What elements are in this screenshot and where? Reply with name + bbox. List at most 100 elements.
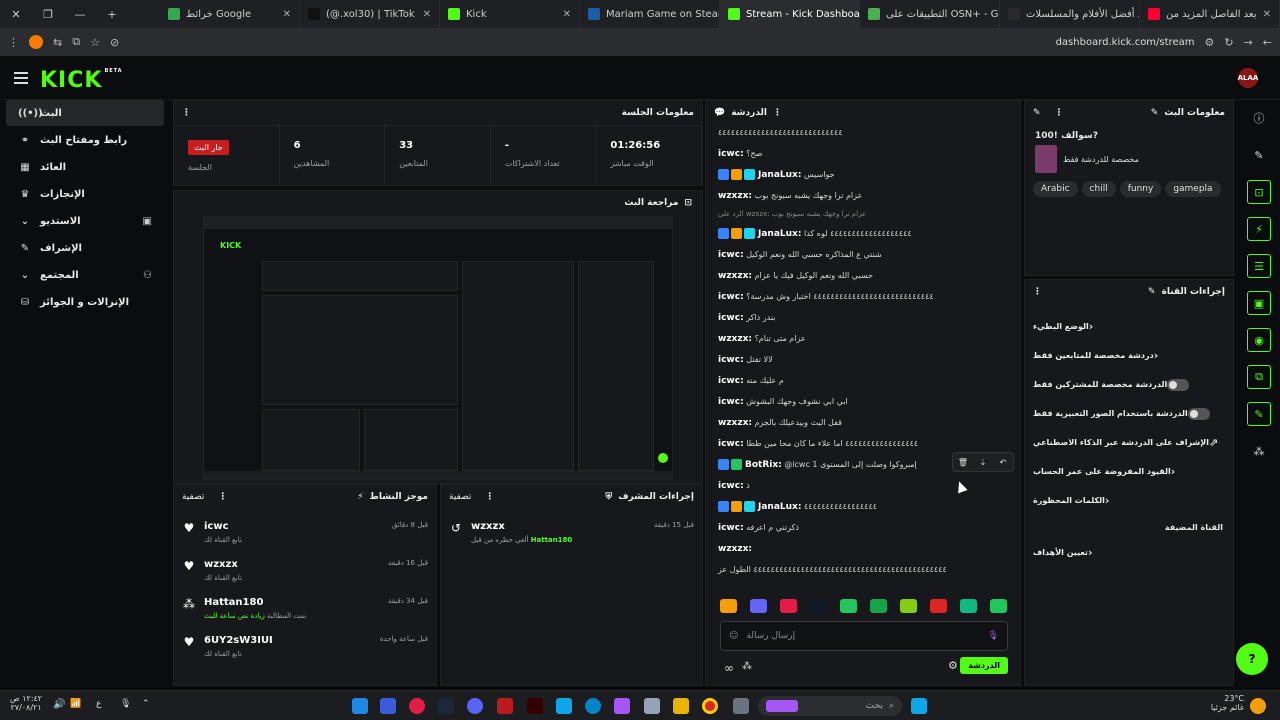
chat-message[interactable]: wzxzx: حسبي الله ونعم الوكيل فيك يا عزام — [706, 266, 1022, 287]
emoji-icon[interactable]: ☺ — [729, 631, 738, 641]
chat-message[interactable]: icwc: ٤٤٤٤٤٤٤٤٤٤٤٤٤٤٤٤٤٤٤٤٤٤٤٤٤٤٤٤ اختبا… — [706, 287, 1022, 308]
activity-item[interactable]: ⁂ Hattan180 تمت المطالبة زيادة نص ساعة للب… — [174, 591, 436, 629]
reply-icon[interactable]: ↶ — [995, 455, 1011, 469]
pdf-icon[interactable] — [497, 698, 513, 714]
speaker-icon[interactable]: 🔊 — [53, 699, 65, 710]
chat-username[interactable]: wzxzx: — [718, 191, 752, 201]
chat-username[interactable]: wzxzx: — [718, 334, 752, 344]
chat-message[interactable]: wzxzx: عزام متى تنام؟ — [706, 329, 1022, 350]
chat-message[interactable]: الرد على wzxzx: عزام ترا وجهك يشبه سبونج… — [706, 207, 1022, 224]
chat-username[interactable]: wzxzx: — [718, 418, 752, 428]
channel-action-row[interactable]: ⇗ الإشراف على الدردشة عبر الذكاء الاصطناع… — [1025, 428, 1233, 457]
language-indicator[interactable]: ع — [96, 699, 101, 709]
hamburger-menu-icon[interactable] — [14, 72, 28, 87]
chat-username[interactable]: icwc: — [718, 313, 744, 323]
points-rail-icon[interactable]: ⁂ — [1247, 439, 1271, 463]
emote-icon[interactable] — [750, 599, 767, 613]
sidebar-item[interactable]: ⛁ الإنزالات و الجوائز — [6, 289, 164, 315]
tab-close-icon[interactable]: ✕ — [563, 9, 571, 20]
chat-message[interactable]: icwc: م عليك منه — [706, 371, 1022, 392]
channel-action-row[interactable]: › الوضع البطيء — [1025, 312, 1233, 341]
bookmark-icon[interactable]: ☆ — [90, 36, 100, 49]
emote-icon[interactable] — [840, 599, 857, 613]
windows-start-icon[interactable] — [911, 698, 927, 714]
sidebar-item[interactable]: ⌄ الاستديو ▣ — [6, 208, 164, 234]
sidebar-item[interactable]: ✎ الإشراف — [6, 235, 164, 261]
chat-username[interactable]: icwc: — [718, 355, 744, 365]
wifi-icon[interactable]: 📶 — [70, 699, 81, 709]
chat-message[interactable]: icwc: لالا تفتل — [706, 350, 1022, 371]
chat-message[interactable]: ٤٤٤٤٤٤٤٤٤٤٤٤٤٤٤٤٤٤٤٤٤٤٤٤٤٤٤٤٤٤٤٤٤٤٤٤٤٤٤٤… — [706, 560, 1022, 581]
chat-message[interactable]: icwc: صح؟ — [706, 144, 1022, 165]
mod-filter[interactable]: تصفية — [449, 492, 471, 502]
pin-icon[interactable]: ⇣ — [975, 455, 991, 469]
chat-input[interactable]: ☺ إرسال رسالة 🎙 — [720, 621, 1008, 651]
menu-icon[interactable]: ⋮ — [8, 36, 19, 49]
chat-message[interactable]: ٤٤٤٤٤٤٤٤٤٤٤٤٤٤٤٤٤٤٤٤٤٤٤٤٤٤٤٤٤ — [706, 123, 1022, 144]
chat-message[interactable]: icwc: ابي ابي نشوف وجهك البشوش — [706, 392, 1022, 413]
discord-icon[interactable] — [467, 698, 483, 714]
toggle-switch[interactable] — [1167, 378, 1190, 391]
chat-message[interactable]: wzxzx: قفل البث وبيدعيلك بالجرم — [706, 413, 1022, 434]
browser-tab[interactable]: Kick ✕ — [440, 0, 580, 28]
clock[interactable]: ١٢:٤٢ ص ٢٧/٠٨/٢١ — [10, 694, 42, 712]
chat-username[interactable]: icwc: — [718, 149, 744, 159]
sidebar-item[interactable]: ▦ العائد — [6, 154, 164, 180]
chat-username[interactable]: icwc: — [718, 397, 744, 407]
stream-tag[interactable]: gamepla — [1165, 181, 1221, 197]
channel-action-row[interactable]: › القيود المفروضة على عمر الحساب — [1025, 457, 1233, 486]
sidebar-item[interactable]: ⚭ رابط ومفتاح البث — [6, 127, 164, 153]
url-field[interactable]: dashboard.kick.com/stream — [1056, 37, 1195, 48]
app-icon[interactable] — [352, 698, 368, 714]
chat-message[interactable]: wzxzx: عزام ترا وجهك يشبه سبونج بوب — [706, 186, 1022, 207]
wrench-rail-icon[interactable]: ✎ — [1247, 402, 1271, 426]
mic-icon[interactable]: 🎙 — [988, 631, 999, 641]
chat-username[interactable]: icwc: — [718, 292, 744, 302]
steam-icon[interactable] — [438, 698, 454, 714]
set-goals-row[interactable]: › تعيين الأهداف — [1025, 538, 1233, 567]
panel-menu-icon[interactable]: ⋮ — [182, 108, 191, 118]
mic-tray-icon[interactable]: 🎙 — [120, 699, 131, 709]
activity-item[interactable]: ♥ wzxzx تابع القناة لك قبل 16 دقيقة — [174, 553, 436, 591]
sidebar-extra-icon[interactable]: ▣ — [143, 216, 152, 227]
chat-message[interactable]: JanaLux: ٤٤٤٤٤٤٤٤٤٤٤٤٤٤٤٤٤ — [706, 497, 1022, 518]
chat-message[interactable]: icwc: بندر ذاكر — [706, 308, 1022, 329]
forward-icon[interactable]: → — [1244, 36, 1253, 49]
browser-tab[interactable]: خرائط Google ✕ — [160, 0, 300, 28]
emote-icon[interactable] — [720, 599, 737, 613]
tab-close-icon[interactable]: ✕ — [283, 9, 291, 20]
lightning-icon[interactable]: ⚡ — [1247, 217, 1271, 241]
browser-tab[interactable]: (@.xol30) | TikTok ✕ — [300, 0, 440, 28]
list-icon[interactable]: ☰ — [1247, 254, 1271, 278]
tab-close-icon[interactable]: ✕ — [1263, 9, 1271, 20]
activity-menu-icon[interactable]: ⋮ — [218, 492, 227, 502]
emote-icon[interactable] — [810, 599, 827, 613]
activity-item[interactable]: ♥ 6UY2sW3IUI تابع القناة لك قبل ساعة واحدة — [174, 629, 436, 667]
browser-tab[interactable]: بعد الفاصل المزيد من ✕ — [1140, 0, 1280, 28]
stack-icon[interactable]: ⧉ — [1247, 365, 1271, 389]
site-settings-icon[interactable]: ⚙ — [1204, 36, 1214, 49]
chat-message[interactable]: JanaLux: جواسيس — [706, 165, 1022, 186]
sidebar-item[interactable]: ♛ الإنجازات — [6, 181, 164, 207]
channel-action-row[interactable]: الدردشة مخصصة للمشتركين فقط — [1025, 370, 1233, 399]
chat-username[interactable]: JanaLux: — [758, 229, 801, 239]
folder-icon[interactable] — [673, 698, 689, 714]
store-icon[interactable] — [556, 698, 572, 714]
host-channel-label[interactable]: القناة المضيفة — [1025, 515, 1233, 538]
sidebar-extra-icon[interactable]: ⚇ — [143, 270, 152, 281]
emote-icon[interactable] — [780, 599, 797, 613]
channel-action-row[interactable]: الدردشة باستخدام الصور التعبيرية فقط — [1025, 399, 1233, 428]
stream-tag[interactable]: chill — [1081, 181, 1116, 197]
back-icon[interactable]: ← — [1263, 36, 1272, 49]
chat-message[interactable]: wzxzx: — [706, 539, 1022, 560]
extensions-icon[interactable]: ⧉ — [72, 35, 80, 49]
chat-rail-icon[interactable]: ▣ — [1247, 291, 1271, 315]
emote-icon[interactable] — [990, 599, 1007, 613]
channel-action-row[interactable]: › الكلمات المحظورة — [1025, 486, 1233, 515]
stream-info-menu-icon[interactable]: ⋮ — [1055, 108, 1064, 118]
external-link-icon[interactable]: ⇗ — [1209, 436, 1218, 449]
delete-icon[interactable]: 🗑 — [955, 455, 971, 469]
illustrator-icon[interactable] — [527, 698, 543, 714]
emote-icon[interactable] — [870, 599, 887, 613]
kick-points-icon[interactable]: ⁂ — [742, 661, 752, 672]
